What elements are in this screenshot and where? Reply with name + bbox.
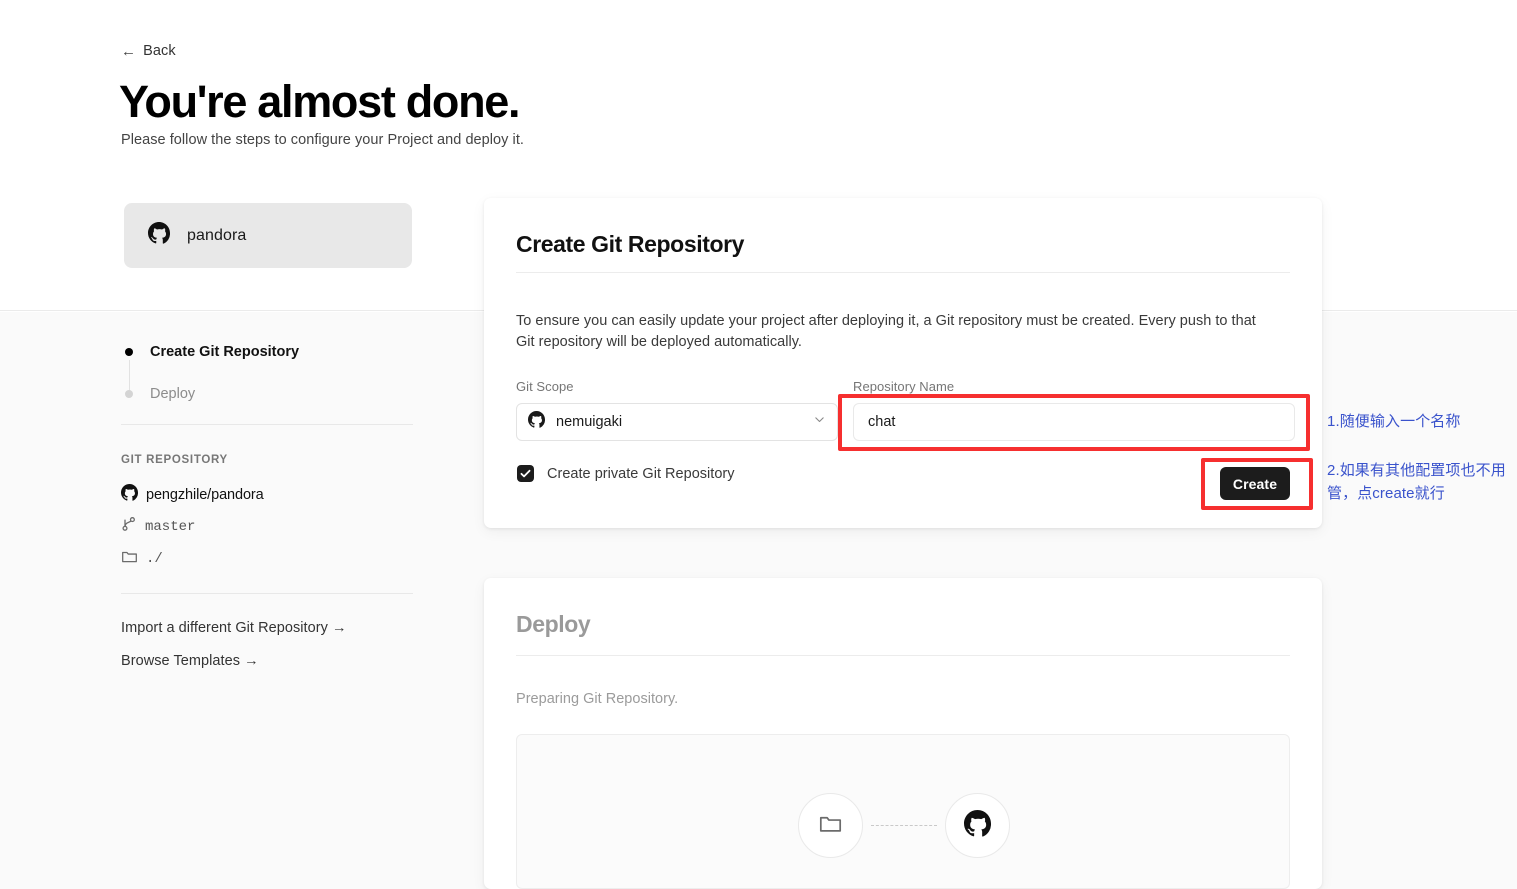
deploy-status-text: Preparing Git Repository. (516, 691, 678, 707)
folder-icon (121, 548, 138, 570)
deploy-visual-row (798, 793, 1010, 858)
card-title: Deploy (516, 611, 590, 638)
card-title: Create Git Repository (516, 231, 744, 258)
git-scope-value: nemuigaki (556, 414, 802, 430)
folder-icon (818, 811, 843, 841)
page-subtitle: Please follow the steps to configure you… (121, 132, 524, 148)
project-name: pandora (187, 227, 246, 245)
check-icon (519, 467, 532, 480)
card-header-divider (516, 272, 1290, 273)
repo-branch-name: master (145, 519, 195, 535)
repo-branch-row: master (121, 516, 195, 537)
github-icon (964, 810, 991, 842)
repository-name-input[interactable] (853, 403, 1295, 441)
steps-list: Create Git Repository Deploy (121, 338, 413, 407)
sidebar-divider (121, 424, 413, 425)
create-private-repository-row[interactable]: Create private Git Repository (517, 465, 735, 482)
repository-name-label: Repository Name (853, 379, 954, 394)
git-scope-select[interactable]: nemuigaki (516, 403, 838, 441)
create-private-repository-label: Create private Git Repository (547, 466, 735, 482)
dashed-line-connector (871, 825, 937, 826)
deploy-target-circle (945, 793, 1010, 858)
card-header-divider (516, 655, 1290, 656)
step-dot-icon (125, 390, 133, 398)
step-deploy[interactable]: Deploy (121, 380, 413, 407)
sidebar-divider (121, 593, 413, 594)
repo-full-name: pengzhile/pandora (146, 487, 264, 503)
page-title: You're almost done. (119, 78, 519, 125)
git-repository-heading: GIT REPOSITORY (121, 454, 228, 466)
import-different-repository-link[interactable]: Import a different Git Repository → (121, 620, 347, 636)
step-label: Create Git Repository (150, 344, 299, 360)
back-link[interactable]: ← Back (121, 43, 176, 59)
step-label: Deploy (150, 386, 195, 402)
project-pill[interactable]: pandora (124, 203, 412, 268)
git-branch-icon (121, 516, 137, 537)
back-link-label: Back (143, 43, 176, 59)
browse-templates-link[interactable]: Browse Templates → (121, 653, 259, 669)
github-icon (528, 411, 545, 433)
github-icon (121, 484, 138, 506)
step-dot-icon (125, 348, 133, 356)
git-scope-label: Git Scope (516, 379, 574, 394)
annotation-step-2: 2.如果有其他配置项也不用管，点create就行 (1327, 459, 1512, 505)
repo-name-row: pengzhile/pandora (121, 484, 264, 506)
chevron-down-icon (813, 413, 826, 431)
repo-directory-row: ./ (121, 548, 163, 570)
create-card-description: To ensure you can easily update your pro… (516, 311, 1278, 353)
arrow-left-icon: ← (121, 44, 136, 59)
annotation-step-1: 1.随便输入一个名称 (1327, 410, 1507, 433)
deploy-source-circle (798, 793, 863, 858)
create-private-repository-checkbox[interactable] (517, 465, 534, 482)
step-create-git-repository[interactable]: Create Git Repository (121, 338, 413, 365)
repo-directory-path: ./ (146, 551, 163, 567)
create-button[interactable]: Create (1220, 467, 1290, 500)
github-icon (148, 222, 170, 249)
